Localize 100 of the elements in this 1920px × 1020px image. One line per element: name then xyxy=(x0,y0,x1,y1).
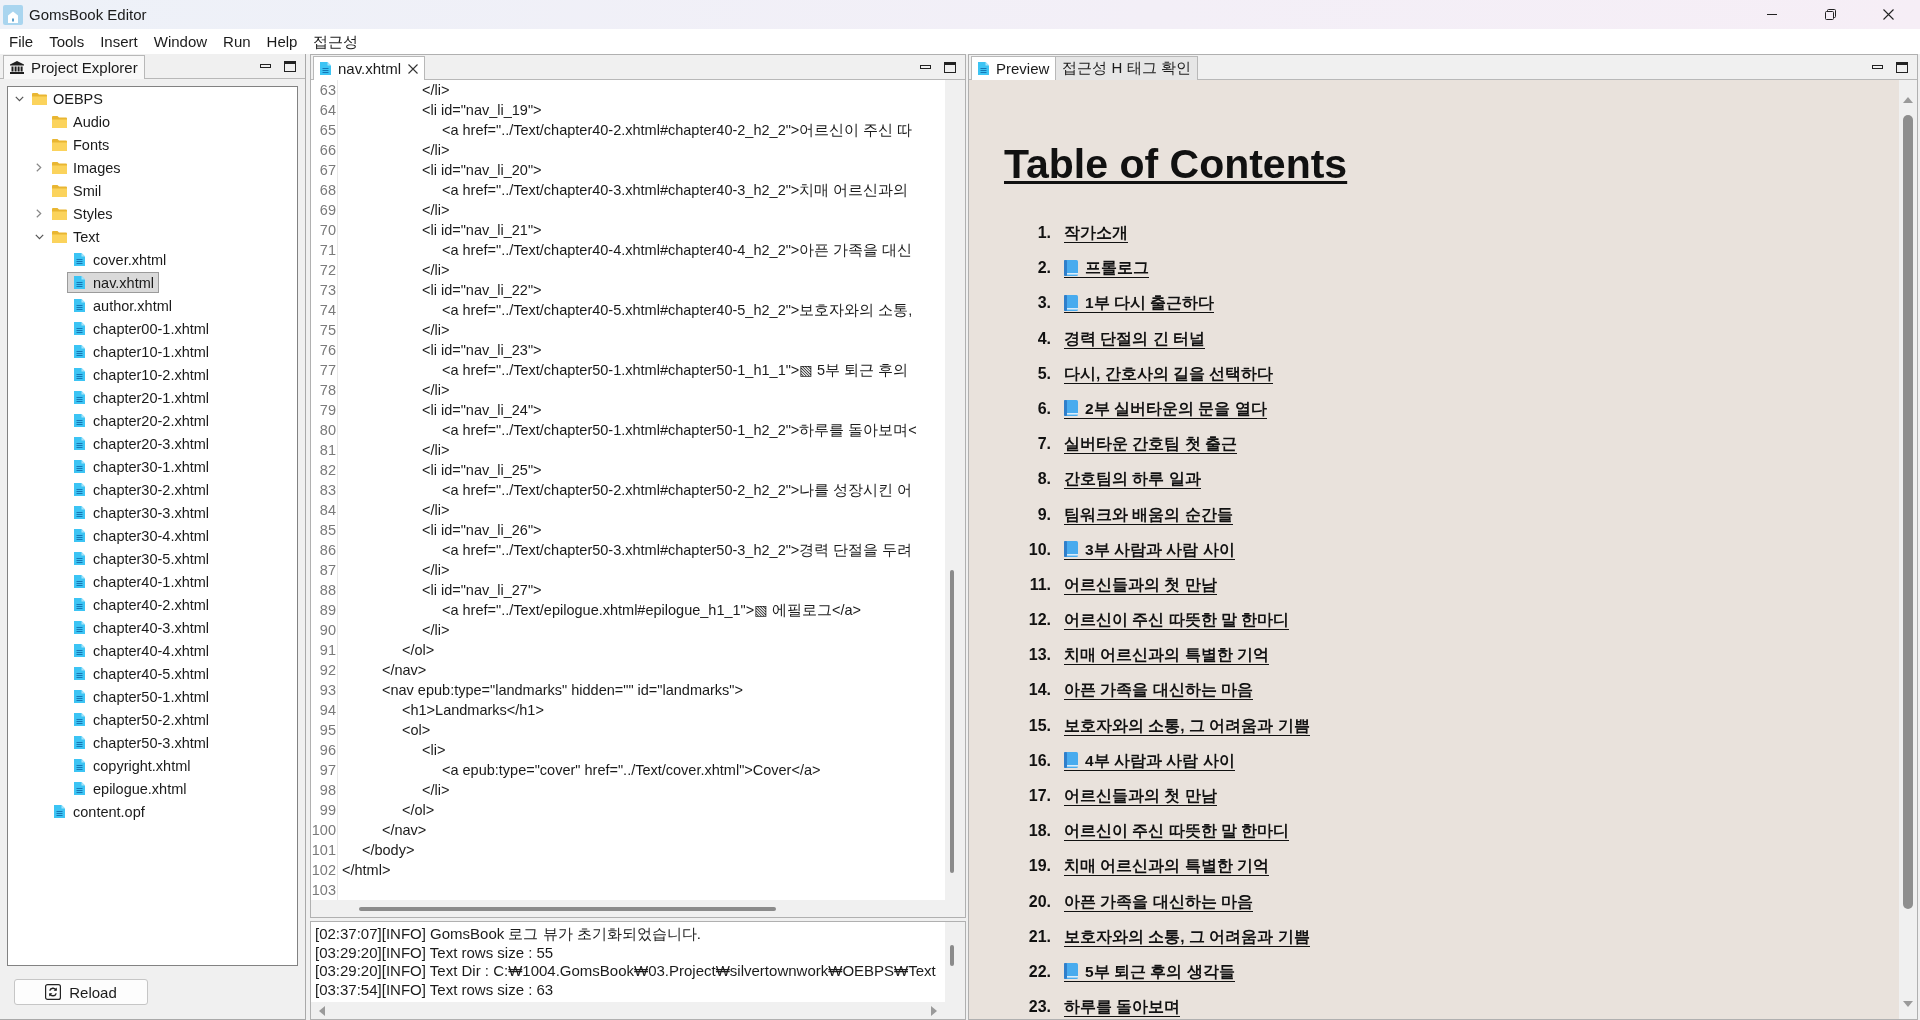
code-line: </li> xyxy=(422,502,450,518)
menu-item[interactable]: 접근성 xyxy=(305,30,367,53)
toc-link[interactable]: 치매 어르신과의 특별한 기억 xyxy=(1064,856,1269,877)
minimize-icon[interactable] xyxy=(260,64,271,68)
maximize-icon[interactable] xyxy=(1896,61,1908,73)
tree-item[interactable]: OEBPS xyxy=(27,88,108,109)
menu-item[interactable]: Help xyxy=(258,30,306,53)
close-icon[interactable] xyxy=(408,63,419,74)
toc-link[interactable]: 2부 실버타운의 문을 열다 xyxy=(1064,398,1267,419)
scrollbar-thumb[interactable] xyxy=(359,906,776,911)
tab[interactable]: Project Explorer xyxy=(3,55,145,79)
toc-link[interactable]: 간호팀의 하루 일과 xyxy=(1064,469,1201,490)
toc-link[interactable]: 다시, 간호사의 길을 선택하다 xyxy=(1064,363,1274,384)
list-number: 18. xyxy=(1027,821,1051,842)
tree-item[interactable]: chapter10-1.xhtml xyxy=(67,341,215,362)
tree-item[interactable]: chapter40-1.xhtml xyxy=(67,571,215,592)
scrollbar-thumb[interactable] xyxy=(950,945,954,966)
tree-item[interactable]: Images xyxy=(47,157,126,178)
code-line: </nav> xyxy=(382,662,427,678)
tree-item[interactable]: Styles xyxy=(47,203,118,224)
tree-item[interactable]: chapter20-3.xhtml xyxy=(67,433,215,454)
tree-item[interactable]: chapter30-1.xhtml xyxy=(67,456,215,477)
tree-item[interactable]: chapter50-3.xhtml xyxy=(67,732,215,753)
list-number: 6. xyxy=(1036,398,1051,419)
tree-item[interactable]: chapter30-3.xhtml xyxy=(67,502,215,523)
code-line: <a epub:type="cover" href="../Text/cover.xhtml">Cover</a> xyxy=(442,762,821,778)
menu-item[interactable]: Insert xyxy=(92,30,146,53)
tree-item[interactable]: chapter20-2.xhtml xyxy=(67,410,215,431)
tree-item[interactable]: nav.xhtml xyxy=(67,272,159,293)
code-line: <a href="../Text/chapter50-1.xhtml#chapter50-1_h2_2">하루를 돌아보며< xyxy=(442,422,917,438)
tree-item[interactable]: chapter00-1.xhtml xyxy=(67,318,215,339)
tree-item[interactable]: chapter50-2.xhtml xyxy=(67,709,215,730)
code-editor[interactable] xyxy=(311,80,965,900)
tree-item[interactable]: chapter30-4.xhtml xyxy=(67,525,215,546)
restore-icon xyxy=(1824,9,1836,20)
minimize-icon[interactable] xyxy=(920,65,931,69)
maximize-icon[interactable] xyxy=(944,61,956,73)
menu-item[interactable]: Window xyxy=(145,30,216,53)
toc-link[interactable]: 아픈 가족을 대신하는 마음 xyxy=(1064,680,1253,701)
tree-item[interactable]: chapter40-4.xhtml xyxy=(67,640,215,661)
toc-link[interactable]: 어르신이 주신 따뜻한 말 한마디 xyxy=(1064,610,1290,631)
tree-item[interactable]: chapter40-2.xhtml xyxy=(67,594,215,615)
code-line: <a href="../Text/epilogue.xhtml#epilogue_h1_1">▧ 에필로그</a> xyxy=(442,602,861,618)
tree-item[interactable]: Smil xyxy=(47,180,107,201)
chevron-right-icon[interactable] xyxy=(36,209,42,218)
chevron-down-icon[interactable] xyxy=(14,95,24,102)
tree-item[interactable]: Fonts xyxy=(47,134,115,155)
code-line: </li> xyxy=(422,322,450,338)
maximize-icon[interactable] xyxy=(284,60,296,72)
toc-link[interactable]: 치매 어르신과의 특별한 기억 xyxy=(1064,645,1269,666)
tree-item[interactable]: epilogue.xhtml xyxy=(67,778,192,799)
reload-button[interactable]: Reload xyxy=(14,979,148,1005)
tree-item[interactable]: chapter30-2.xhtml xyxy=(67,479,215,500)
toc-link[interactable]: 어르신들과의 첫 만남 xyxy=(1064,786,1217,806)
tree-item[interactable]: Text xyxy=(47,226,105,247)
scroll-left-icon[interactable] xyxy=(319,1005,325,1016)
minimize-icon[interactable] xyxy=(1872,65,1883,69)
toc-link[interactable]: 작가소개 xyxy=(1064,223,1128,243)
toc-link[interactable]: 하루를 돌아보며 xyxy=(1064,997,1181,1018)
tree-item[interactable]: author.xhtml xyxy=(67,295,177,316)
menu-item[interactable]: File xyxy=(1,30,42,53)
scroll-down-icon[interactable] xyxy=(1903,1001,1913,1007)
toc-link[interactable]: 아픈 가족을 대신하는 마음 xyxy=(1064,891,1253,912)
tree-item[interactable]: content.opf xyxy=(47,801,150,822)
tree-item[interactable]: cover.xhtml xyxy=(67,249,172,270)
toc-link[interactable]: 보호자와의 소통, 그 어려움과 기쁨 xyxy=(1064,715,1310,736)
menu-item[interactable]: Run xyxy=(215,30,259,53)
tab[interactable]: nav.xhtml xyxy=(313,56,426,80)
line-number: 72 xyxy=(311,260,338,280)
file-icon xyxy=(320,62,331,75)
tree-item[interactable]: chapter10-2.xhtml xyxy=(67,364,215,385)
tree-item[interactable]: chapter40-5.xhtml xyxy=(67,663,215,684)
scroll-right-icon[interactable] xyxy=(931,1005,937,1016)
toc-link[interactable]: 어르신들과의 첫 만남 xyxy=(1064,574,1217,595)
toc-link[interactable]: 1부 다시 출근하다 xyxy=(1064,293,1215,314)
tab[interactable]: Preview xyxy=(971,56,1057,80)
toc-link[interactable]: 3부 사람과 사람 사이 xyxy=(1064,539,1235,560)
toc-link[interactable]: 어르신이 주신 따뜻한 말 한마디 xyxy=(1064,821,1290,842)
tree-item[interactable]: copyright.xhtml xyxy=(67,755,196,776)
tree-item[interactable]: chapter30-5.xhtml xyxy=(67,548,215,569)
line-number: 78 xyxy=(311,380,338,400)
minimize-icon xyxy=(1767,14,1777,15)
toc-link[interactable]: 프롤로그 xyxy=(1064,258,1149,279)
scroll-up-icon[interactable] xyxy=(1903,97,1913,103)
toc-link[interactable]: 보호자와의 소통, 그 어려움과 기쁨 xyxy=(1064,926,1310,947)
chevron-down-icon[interactable] xyxy=(34,233,44,240)
toc-link[interactable]: 경력 단절의 긴 터널 xyxy=(1064,328,1205,349)
toc-link[interactable]: 팀워크와 배움의 순간들 xyxy=(1064,504,1233,525)
menu-item[interactable]: Tools xyxy=(41,30,93,53)
scrollbar-thumb[interactable] xyxy=(1903,115,1913,909)
scrollbar-thumb[interactable] xyxy=(950,570,954,873)
tab[interactable]: 접근성 H 태그 확인 xyxy=(1056,56,1198,80)
toc-link[interactable]: 4부 사람과 사람 사이 xyxy=(1064,750,1235,771)
tree-item[interactable]: chapter40-3.xhtml xyxy=(67,617,215,638)
toc-link[interactable]: 5부 퇴근 후의 생각들 xyxy=(1064,961,1235,982)
tree-item[interactable]: chapter20-1.xhtml xyxy=(67,387,215,408)
chevron-right-icon[interactable] xyxy=(36,163,42,172)
tree-item[interactable]: Audio xyxy=(47,111,116,132)
tree-item[interactable]: chapter50-1.xhtml xyxy=(67,686,215,707)
toc-link[interactable]: 실버타운 간호팀 첫 출근 xyxy=(1064,434,1237,455)
